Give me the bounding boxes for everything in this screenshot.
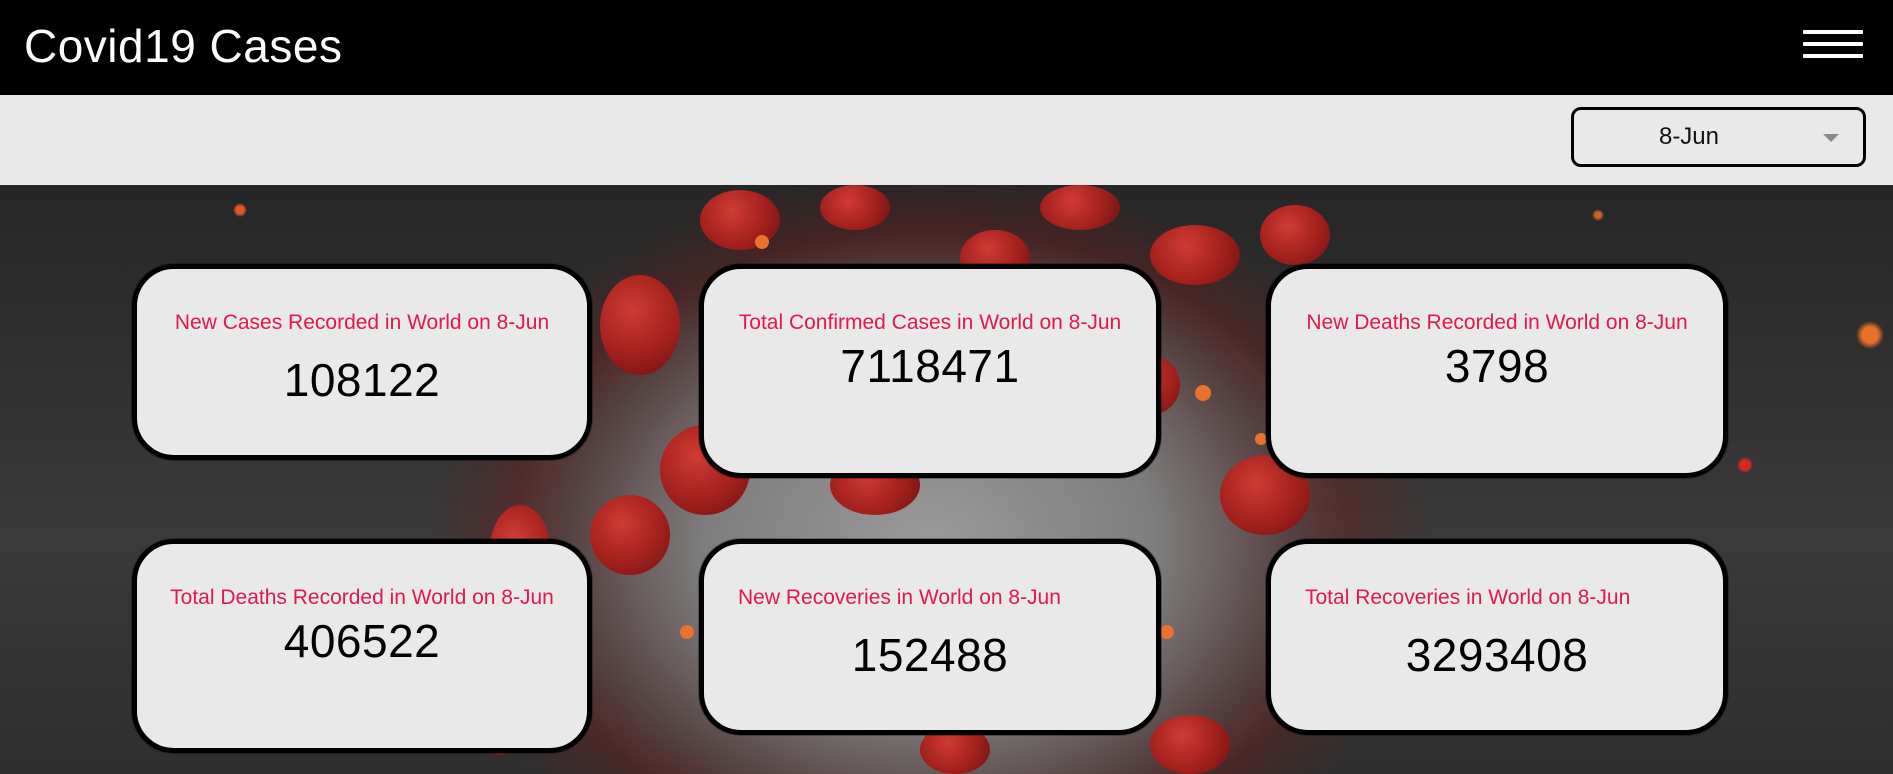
stat-card-total-recoveries: Total Recoveries in World on 8-Jun 32934…	[1266, 539, 1728, 735]
stat-card-value: 406522	[283, 615, 441, 667]
virus-spike	[600, 275, 680, 375]
hamburger-line	[1803, 30, 1863, 34]
stat-card-value: 3798	[1444, 340, 1550, 392]
stat-card-label: Total Recoveries in World on 8-Jun	[1305, 586, 1631, 609]
hamburger-line	[1803, 42, 1863, 46]
stat-card-label: New Deaths Recorded in World on 8-Jun	[1306, 311, 1688, 334]
stat-card-new-deaths: New Deaths Recorded in World on 8-Jun 37…	[1266, 264, 1728, 478]
stat-card-value: 3293408	[1405, 629, 1589, 681]
virus-spike	[1150, 715, 1230, 774]
app-title: Covid19 Cases	[24, 20, 343, 72]
filter-bar: 8-Jun	[0, 95, 1893, 185]
virus-spike	[820, 185, 890, 230]
stat-card-label: Total Deaths Recorded in World on 8-Jun	[170, 586, 554, 609]
virus-bud	[1160, 625, 1174, 639]
stat-card-label: New Recoveries in World on 8-Jun	[738, 586, 1061, 609]
stat-card-new-cases: New Cases Recorded in World on 8-Jun 108…	[132, 264, 592, 460]
date-select-value: 8-Jun	[1658, 123, 1720, 150]
virus-spike	[1150, 225, 1240, 285]
stat-card-total-confirmed: Total Confirmed Cases in World on 8-Jun …	[699, 264, 1161, 478]
stat-card-total-deaths: Total Deaths Recorded in World on 8-Jun …	[132, 539, 592, 753]
chevron-down-icon	[1823, 134, 1839, 142]
stat-card-new-recoveries: New Recoveries in World on 8-Jun 152488	[699, 539, 1161, 735]
stat-card-value: 152488	[851, 629, 1009, 681]
virus-bud	[1195, 385, 1211, 401]
hamburger-line	[1803, 54, 1863, 58]
virus-bud	[755, 235, 769, 249]
virus-spike	[1040, 185, 1120, 230]
virus-spike	[590, 495, 670, 575]
stat-card-label: New Cases Recorded in World on 8-Jun	[174, 311, 550, 334]
virus-bud	[680, 625, 694, 639]
hamburger-menu-icon[interactable]	[1803, 30, 1863, 60]
stat-card-label: Total Confirmed Cases in World on 8-Jun	[738, 311, 1122, 334]
stat-card-value: 108122	[283, 354, 441, 406]
stat-card-value: 7118471	[840, 340, 1020, 392]
top-navbar: Covid19 Cases	[0, 0, 1893, 95]
virus-spike	[1260, 205, 1330, 265]
date-select[interactable]: 8-Jun	[1571, 107, 1866, 167]
